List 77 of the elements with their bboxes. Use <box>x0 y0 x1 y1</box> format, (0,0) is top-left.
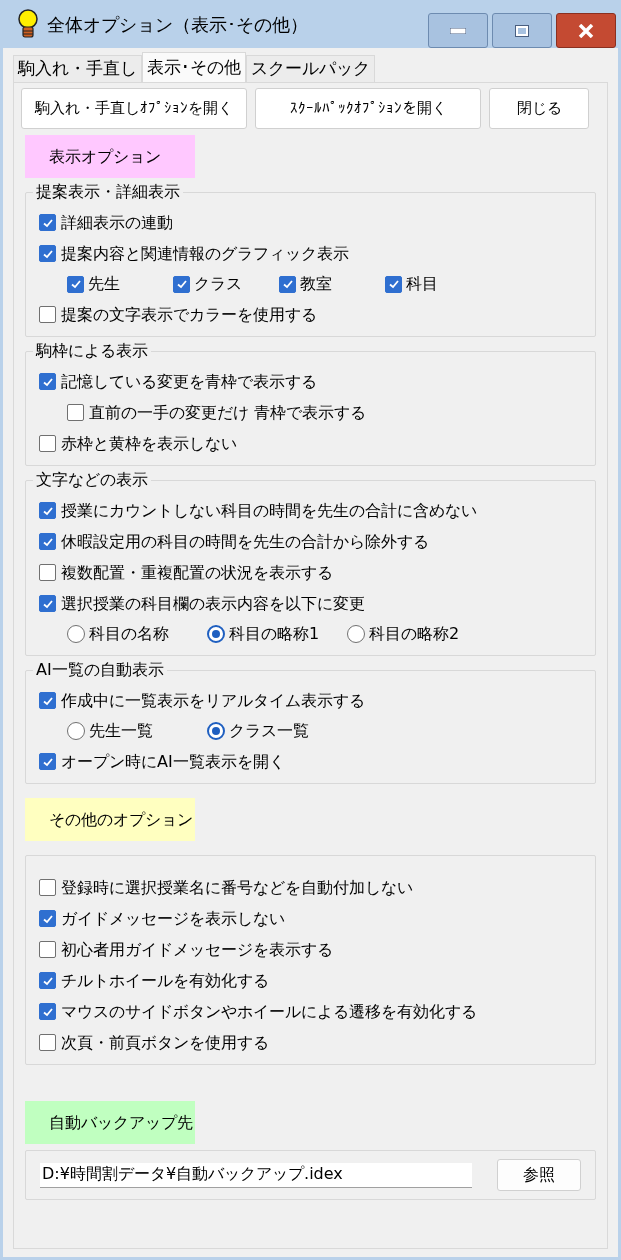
checkbox-label: 教室 <box>300 273 332 295</box>
radio-label: 先生一覧 <box>89 720 153 742</box>
minimize-icon <box>450 27 466 34</box>
maximize-button[interactable] <box>492 13 552 48</box>
action-button[interactable]: 閉じる <box>489 88 589 129</box>
checkbox-label: 赤枠と黄枠を表示しない <box>61 432 237 455</box>
checkbox[interactable] <box>279 275 296 293</box>
checkbox[interactable] <box>39 502 56 519</box>
section-header: 表示オプション <box>25 135 195 178</box>
checkbox[interactable] <box>173 275 190 293</box>
checkbox[interactable] <box>39 753 56 770</box>
section-header: 自動バックアップ先 <box>25 1101 195 1144</box>
checkbox-label: 記憶している変更を青枠で表示する <box>61 370 317 393</box>
checkbox-label: 直前の一手の変更だけ 青枠で表示する <box>89 401 367 424</box>
checkbox[interactable] <box>39 1034 56 1051</box>
checkbox[interactable] <box>39 245 56 262</box>
checkbox[interactable] <box>39 533 56 550</box>
browse-button[interactable]: 参照 <box>497 1159 581 1191</box>
checkbox-label: マウスのサイドボタンやホイールによる遷移を有効化する <box>61 1000 477 1023</box>
window-title: 全体オプション（表示･その他） <box>47 12 308 37</box>
close-icon <box>578 23 594 38</box>
checkbox-label: チルトホイールを有効化する <box>61 969 269 992</box>
checkbox[interactable] <box>39 306 56 323</box>
checkbox[interactable] <box>39 941 56 958</box>
checkbox-label: 提案内容と関連情報のグラフィック表示 <box>61 242 349 265</box>
minimize-button[interactable] <box>428 13 488 48</box>
checkbox-label: 初心者用ガイドメッセージを表示する <box>61 938 333 961</box>
checkbox[interactable] <box>39 910 56 927</box>
checkbox-label: 複数配置・重複配置の状況を表示する <box>61 561 333 584</box>
checkbox-label: ガイドメッセージを表示しない <box>61 907 285 930</box>
check-icon <box>387 278 400 290</box>
checkbox-label: 登録時に選択授業名に番号などを自動付加しない <box>61 876 413 899</box>
section-header: その他のオプション <box>25 798 195 841</box>
tab[interactable]: 駒入れ・手直し <box>13 55 142 82</box>
checkbox[interactable] <box>67 404 84 421</box>
checkbox[interactable] <box>39 564 56 581</box>
checkbox-label: 科目 <box>406 273 438 295</box>
action-button[interactable]: 駒入れ・手直しｵﾌﾟｼｮﾝを開く <box>21 88 247 129</box>
radio-button[interactable] <box>67 722 85 740</box>
path-field[interactable]: D:¥時間割データ¥自動バックアップ.idex <box>40 1162 472 1188</box>
radio-label: 科目の略称2 <box>369 623 460 645</box>
check-icon <box>281 278 294 290</box>
maximize-icon <box>515 24 529 37</box>
tab[interactable]: 表示･その他 <box>142 52 246 82</box>
checkbox[interactable] <box>39 972 56 989</box>
tab[interactable]: スクールパック <box>246 55 375 82</box>
check-icon <box>175 278 188 290</box>
checkbox-label: クラス <box>194 273 242 295</box>
checkbox[interactable] <box>39 595 56 612</box>
check-icon <box>69 278 82 290</box>
radio-label: 科目の略称1 <box>229 623 320 645</box>
radio-button[interactable] <box>207 722 225 740</box>
checkbox[interactable] <box>39 214 56 231</box>
checkbox[interactable] <box>39 879 56 896</box>
checkbox[interactable] <box>39 1003 56 1020</box>
checkbox-label: 選択授業の科目欄の表示内容を以下に変更 <box>61 592 365 615</box>
checkbox-label: オープン時にAI一覧表示を開く <box>61 750 285 773</box>
checkbox-label: 休暇設定用の科目の時間を先生の合計から除外する <box>61 530 429 553</box>
radio-label: 科目の名称 <box>89 623 169 645</box>
checkbox-label: 先生 <box>88 273 120 295</box>
checkbox[interactable] <box>67 275 84 293</box>
checkbox[interactable] <box>39 435 56 452</box>
radio-button[interactable] <box>347 625 365 643</box>
checkbox[interactable] <box>385 275 402 293</box>
checkbox-label: 次頁・前頁ボタンを使用する <box>61 1031 269 1054</box>
checkbox-label: 提案の文字表示でカラーを使用する <box>61 303 317 326</box>
checkbox[interactable] <box>39 692 56 709</box>
checkbox-label: 授業にカウントしない科目の時間を先生の合計に含めない <box>61 499 477 522</box>
radio-button[interactable] <box>67 625 85 643</box>
radio-button[interactable] <box>207 625 225 643</box>
close-button[interactable] <box>556 13 616 48</box>
checkbox-label: 詳細表示の連動 <box>61 211 173 234</box>
checkbox[interactable] <box>39 373 56 390</box>
action-button[interactable]: ｽｸｰﾙﾊﾟｯｸｵﾌﾟｼｮﾝを開く <box>255 88 481 129</box>
checkbox-label: 作成中に一覧表示をリアルタイム表示する <box>61 689 365 712</box>
lightbulb-icon <box>17 9 39 39</box>
radio-label: クラス一覧 <box>229 720 309 742</box>
